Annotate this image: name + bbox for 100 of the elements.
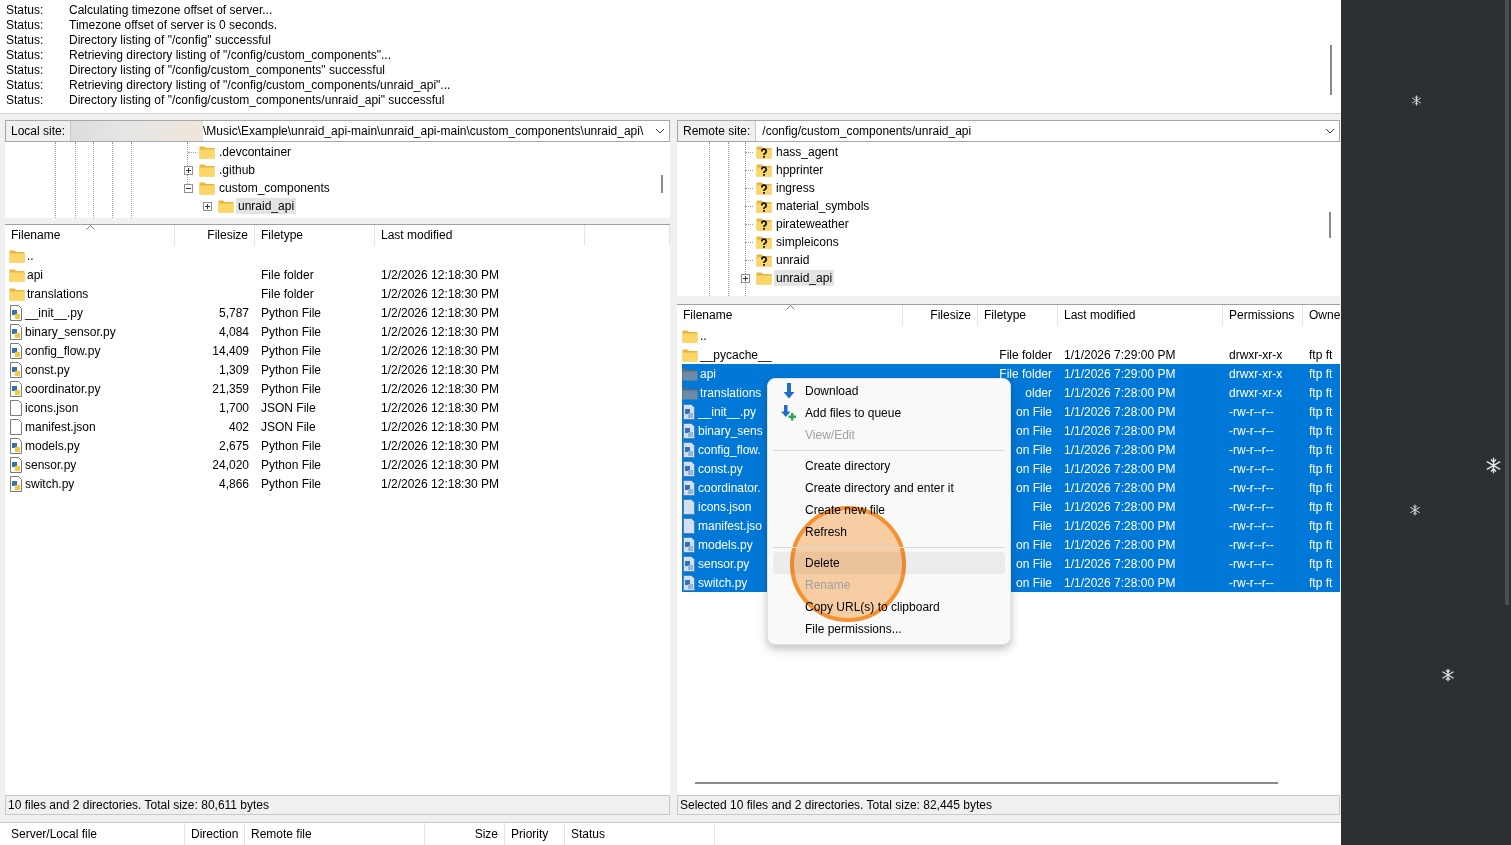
plus-box-icon[interactable] [203, 201, 212, 211]
table-cell: drwxr-xr-x [1229, 347, 1283, 362]
column-header[interactable]: Filesize [175, 225, 255, 246]
file-name[interactable]: models.py [25, 438, 80, 453]
table-cell: -rw-r--r-- [1229, 461, 1274, 476]
table-cell: on File [1015, 556, 1052, 571]
python-file-icon [9, 456, 23, 473]
table-cell: File folder [261, 286, 314, 301]
file-name[interactable]: models.py [698, 537, 753, 552]
table-cell: on File [1015, 442, 1052, 457]
file-name[interactable]: .. [27, 248, 34, 263]
folder-tree-item[interactable]: unraid [774, 252, 812, 268]
file-name[interactable]: translations [27, 286, 89, 301]
menu-item[interactable]: Create directory and enter it [773, 477, 1005, 499]
file-name[interactable]: translations [700, 385, 762, 400]
python-file-icon [9, 437, 23, 454]
plus-box-icon[interactable] [184, 165, 193, 175]
column-header[interactable]: Filetype [255, 225, 375, 246]
python-file-icon [682, 574, 696, 591]
file-name[interactable]: api [700, 366, 716, 381]
scrollbar-thumb[interactable] [661, 175, 663, 193]
folder-tree-item[interactable]: hpprinter [774, 162, 826, 178]
file-row[interactable]: .. [682, 326, 1340, 345]
file-name[interactable]: coordinator.py [25, 381, 101, 396]
column-header[interactable]: Size [425, 823, 505, 845]
menu-item[interactable]: File permissions... [773, 618, 1005, 640]
column-header[interactable]: Direction [185, 823, 245, 845]
file-name[interactable]: binary_sens [698, 423, 763, 438]
folder-tree-item[interactable]: unraid_api [774, 270, 835, 286]
folder-icon [199, 181, 215, 195]
table-cell: ftp ft [1309, 423, 1333, 438]
table-cell: on File [1015, 480, 1052, 495]
menu-item[interactable]: Add files to queue [773, 402, 1005, 424]
file-name[interactable]: coordinator. [698, 480, 761, 495]
scrollbar-thumb[interactable] [695, 782, 1278, 784]
question-folder-icon [756, 235, 772, 249]
column-header[interactable]: Last modified [1058, 305, 1223, 326]
column-header[interactable]: Filesize [903, 305, 978, 326]
minus-box-icon[interactable] [184, 183, 193, 193]
table-cell: -rw-r--r-- [1229, 518, 1274, 533]
folder-tree-item[interactable]: material_symbols [774, 198, 872, 214]
file-name[interactable]: manifest.json [25, 419, 96, 434]
menu-item[interactable]: Delete [773, 552, 1005, 574]
table-cell: 1/2/2026 12:18:30 PM [381, 362, 500, 377]
folder-tree-item[interactable]: custom_components [217, 180, 332, 196]
table-cell: 1/1/2026 7:28:00 PM [1064, 404, 1176, 419]
file-name[interactable]: api [27, 267, 43, 282]
table-cell: Python File [261, 381, 322, 396]
plus-box-icon[interactable] [741, 273, 750, 283]
menu-item[interactable]: Download [773, 380, 1005, 402]
column-header[interactable]: Priority [505, 823, 565, 845]
table-cell: 1/1/2026 7:29:00 PM [1064, 347, 1176, 362]
column-header[interactable]: Filetype [978, 305, 1058, 326]
column-header[interactable]: Server/Local file [5, 823, 185, 845]
folder-tree-item[interactable]: unraid_api [236, 198, 297, 214]
file-name[interactable]: switch.py [698, 575, 748, 590]
column-header[interactable]: Permissions [1223, 305, 1303, 326]
scrollbar-thumb[interactable] [1330, 45, 1332, 95]
file-name[interactable]: const.py [698, 461, 743, 476]
menu-item[interactable]: Copy URL(s) to clipboard [773, 596, 1005, 618]
file-name[interactable]: icons.json [25, 400, 79, 415]
column-header[interactable]: Remote file [245, 823, 425, 845]
table-cell: 1/2/2026 12:18:30 PM [381, 419, 500, 434]
column-header[interactable]: Last modified [375, 225, 585, 246]
file-name[interactable]: icons.json [698, 499, 752, 514]
file-name[interactable]: __init__.py [25, 305, 84, 320]
folder-tree-item[interactable]: .github [217, 162, 258, 178]
file-name[interactable]: config_flow. [698, 442, 761, 457]
file-name[interactable]: const.py [25, 362, 70, 377]
folder-icon [682, 385, 698, 400]
column-header[interactable]: Filename [5, 225, 175, 246]
column-header[interactable]: Filename [677, 305, 903, 326]
table-cell: Python File [261, 362, 322, 377]
file-name[interactable]: sensor.py [698, 556, 750, 571]
folder-tree-item[interactable]: simpleicons [774, 234, 841, 250]
scrollbar-thumb[interactable] [1329, 212, 1331, 238]
scrollbar-thumb[interactable] [1505, 0, 1509, 605]
file-name[interactable]: sensor.py [25, 457, 77, 472]
file-name[interactable]: config_flow.py [25, 343, 101, 358]
file-name[interactable]: binary_sensor.py [25, 324, 116, 339]
folder-icon [682, 328, 698, 343]
table-cell: 1/1/2026 7:29:00 PM [1064, 366, 1176, 381]
file-name[interactable]: __pycache__ [700, 347, 772, 362]
file-name[interactable]: __init__.py [698, 404, 757, 419]
file-row[interactable]: __pycache__ File folder 1/1/2026 7:29:00 PM drwxr-xr-x ftp ft [682, 345, 1340, 364]
folder-icon [218, 199, 234, 213]
column-header[interactable]: Status [565, 823, 715, 845]
file-name[interactable]: manifest.jso [698, 518, 763, 533]
log-status-label: Status: [6, 93, 45, 108]
folder-tree-item[interactable]: ingress [774, 180, 817, 196]
folder-tree-item[interactable]: pirateweather [774, 216, 851, 232]
folder-tree-item[interactable]: hass_agent [774, 144, 841, 160]
table-cell: ftp ft [1309, 518, 1333, 533]
table-cell: 21,359 [212, 381, 249, 396]
python-file-icon [682, 479, 696, 496]
file-name[interactable]: switch.py [25, 476, 75, 491]
folder-tree-item[interactable]: .devcontainer [217, 144, 294, 160]
file-name[interactable]: .. [700, 328, 707, 343]
table-cell: 14,409 [212, 343, 249, 358]
log-status-label: Status: [6, 3, 45, 18]
